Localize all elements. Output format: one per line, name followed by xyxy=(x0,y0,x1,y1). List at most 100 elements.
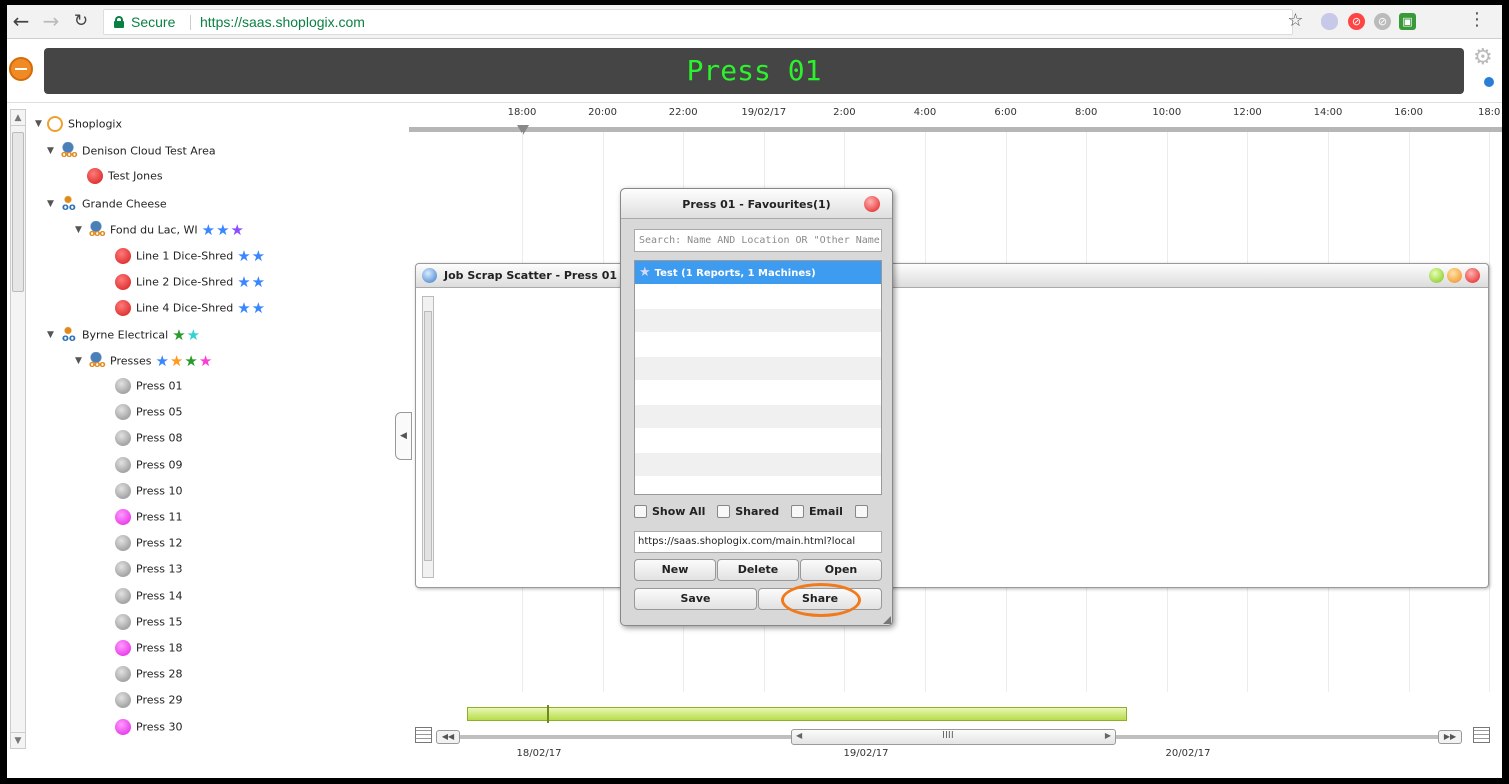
maximize-icon[interactable] xyxy=(1447,268,1462,283)
time-cursor-marker[interactable] xyxy=(517,125,529,135)
reload-icon[interactable]: ↻ xyxy=(69,9,93,33)
tree-node[interactable]: ▼Fond du Lac, WI★★★ xyxy=(75,220,245,243)
time-axis[interactable] xyxy=(409,127,1502,132)
tree-node[interactable]: Press 09 xyxy=(103,456,182,479)
star-icon[interactable]: ☆ xyxy=(1287,11,1304,31)
list-item[interactable]: ★ Test (1 Reports, 1 Machines) xyxy=(635,261,881,285)
resize-handle-icon[interactable] xyxy=(883,616,891,624)
tree-node[interactable]: Line 4 Dice-Shred ★★ xyxy=(103,299,266,321)
violet-star-icon[interactable]: ★ xyxy=(231,221,245,239)
range-scroll-thumb[interactable]: ◀ IIII ▶ xyxy=(791,729,1116,745)
blue-star-icon[interactable]: ★ xyxy=(237,247,251,265)
tree-node-label[interactable]: Press 08 xyxy=(136,432,182,445)
tree-node-label[interactable]: Shoplogix xyxy=(68,118,122,131)
tree-node[interactable]: Press 05 xyxy=(103,404,182,426)
time-range-bar[interactable] xyxy=(467,707,1127,721)
green-star-icon[interactable]: ★ xyxy=(184,352,198,370)
tree-node-label[interactable]: Press 18 xyxy=(136,642,182,655)
tree-node-label[interactable]: Press 12 xyxy=(136,537,182,550)
collapse-panel-icon[interactable]: ◀ xyxy=(395,412,412,460)
tree-node-label[interactable]: Line 4 Dice-Shred xyxy=(136,302,233,315)
extra-checkbox[interactable] xyxy=(854,504,868,518)
disabled-extension-icon[interactable]: ⊘ xyxy=(1374,13,1391,30)
tree-scroll-thumb[interactable] xyxy=(12,132,24,292)
scatter-scrollbar[interactable] xyxy=(422,296,434,578)
search-input[interactable]: Search: Name AND Location OR "Other Name… xyxy=(634,229,882,252)
green-extension-icon[interactable]: ▣ xyxy=(1399,13,1416,30)
blue-star-icon[interactable]: ★ xyxy=(155,352,169,370)
blue-star-icon[interactable]: ★ xyxy=(252,299,266,317)
gear-icon[interactable]: ⚙ xyxy=(1473,45,1493,70)
open-button[interactable]: Open xyxy=(800,559,882,581)
expand-toggle-icon[interactable]: ▼ xyxy=(47,146,59,156)
close-icon[interactable] xyxy=(864,196,880,212)
show-all-checkbox[interactable] xyxy=(634,504,647,518)
tree-node[interactable]: ▼ Shoplogix xyxy=(35,116,122,138)
menu-icon[interactable]: ⋮ xyxy=(1467,11,1487,29)
tree-node-label[interactable]: Press 30 xyxy=(136,720,182,733)
tree-node[interactable]: Line 2 Dice-Shred ★★ xyxy=(103,273,266,295)
tree-node-label[interactable]: Press 28 xyxy=(136,668,182,681)
forward-arrow-icon[interactable]: → xyxy=(39,9,63,33)
tree-node-label[interactable]: Press 09 xyxy=(136,458,182,471)
expand-toggle-icon[interactable]: ▼ xyxy=(75,356,87,366)
tree-node[interactable]: Press 12 xyxy=(103,535,182,557)
tree-node[interactable]: Press 29 xyxy=(103,692,182,714)
tree-node[interactable]: Press 11 xyxy=(103,509,182,531)
tree-node-label[interactable]: Press 13 xyxy=(136,563,182,576)
blue-star-icon[interactable]: ★ xyxy=(252,273,266,291)
orange-star-icon[interactable]: ★ xyxy=(170,352,184,370)
list-view-icon[interactable] xyxy=(1473,727,1490,743)
tree-node-label[interactable]: Grande Cheese xyxy=(82,197,167,210)
delete-button[interactable]: Delete xyxy=(717,559,799,581)
back-arrow-icon[interactable]: ← xyxy=(9,9,33,33)
tree-node[interactable]: Press 15 xyxy=(103,613,182,636)
tree-node-label[interactable]: Test Jones xyxy=(108,170,163,183)
scatter-scroll-thumb[interactable] xyxy=(424,311,432,561)
tree-node-label[interactable]: Press 15 xyxy=(136,615,182,628)
tree-node[interactable]: ▼Presses★★★★ xyxy=(75,351,213,374)
expand-toggle-icon[interactable]: ▼ xyxy=(47,330,59,340)
tree-node[interactable]: Press 08 xyxy=(103,430,182,452)
minimize-icon[interactable] xyxy=(1429,268,1444,283)
tree-node[interactable]: Press 14 xyxy=(103,587,182,610)
tree-node-label[interactable]: Denison Cloud Test Area xyxy=(82,145,216,158)
tree-node[interactable]: ▼ Byrne Electrical ★★ xyxy=(47,325,201,348)
tree-node[interactable]: Press 13 xyxy=(103,561,182,583)
tree-node-label[interactable]: Press 10 xyxy=(136,484,182,497)
expand-toggle-icon[interactable]: ▼ xyxy=(35,119,47,129)
tree-node-label[interactable]: Press 05 xyxy=(136,406,182,419)
tree-scrollbar[interactable]: ▲ ▼ xyxy=(10,109,26,749)
save-button[interactable]: Save xyxy=(634,588,757,610)
tree-node[interactable]: Line 1 Dice-Shred ★★ xyxy=(103,247,266,269)
tree-node[interactable]: Press 18 xyxy=(103,640,182,662)
tree-node[interactable]: Press 28 xyxy=(103,666,182,688)
tree-node-label[interactable]: Byrne Electrical xyxy=(82,328,168,341)
blue-star-icon[interactable]: ★ xyxy=(202,221,216,239)
cyan-star-icon[interactable]: ★ xyxy=(187,326,201,344)
expand-toggle-icon[interactable]: ▼ xyxy=(75,225,87,235)
green-star-icon[interactable]: ★ xyxy=(172,326,186,344)
scroll-end-icon[interactable]: ▶▶ xyxy=(1438,730,1462,744)
calendar-icon[interactable] xyxy=(415,727,432,743)
dialog-titlebar[interactable]: Press 01 - Favourites(1) xyxy=(621,189,892,219)
url-text[interactable]: https://saas.shoplogix.com xyxy=(200,10,365,34)
blue-star-icon[interactable]: ★ xyxy=(237,273,251,291)
tree-node-label[interactable]: Line 2 Dice-Shred xyxy=(136,276,233,289)
tree-node-label[interactable]: Press 01 xyxy=(136,380,182,393)
tree-node[interactable]: Press 30 xyxy=(103,718,182,741)
shield-extension-icon[interactable] xyxy=(1321,13,1338,30)
blue-star-icon[interactable]: ★ xyxy=(237,299,251,317)
email-checkbox[interactable] xyxy=(790,504,804,518)
tree-node[interactable]: Test Jones xyxy=(75,168,163,190)
new-button[interactable]: New xyxy=(634,559,716,581)
tree-node-label[interactable]: Line 1 Dice-Shred xyxy=(136,250,233,263)
shared-checkbox[interactable] xyxy=(717,504,731,518)
window-titlebar[interactable]: Job Scrap Scatter - Press 01 xyxy=(416,264,1488,288)
scroll-left-icon[interactable]: ◀ xyxy=(796,731,802,740)
tree-node[interactable]: Press 10 xyxy=(103,482,182,505)
expand-toggle-icon[interactable]: ▼ xyxy=(47,199,59,209)
scroll-start-icon[interactable]: ◀◀ xyxy=(436,730,460,744)
close-icon[interactable] xyxy=(1465,268,1480,283)
tree-node-label[interactable]: Press 11 xyxy=(136,511,182,524)
